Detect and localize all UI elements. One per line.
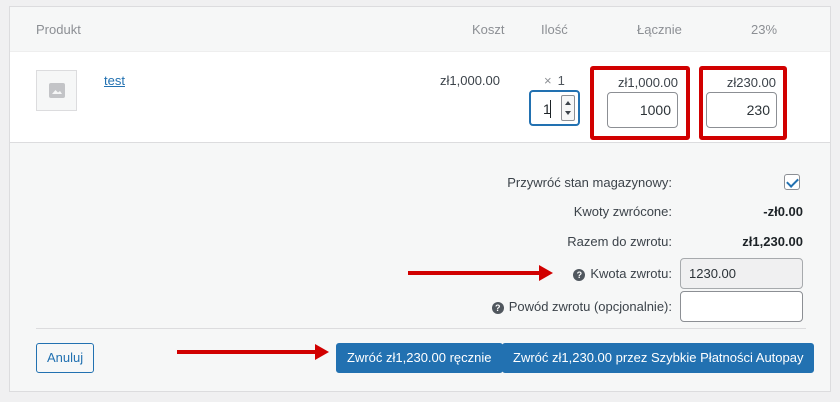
cancel-button[interactable]: Anuluj (36, 343, 95, 373)
refunded-value: -zł0.00 (763, 204, 803, 219)
table-row: test zł1,000.00 × 1 1 zł1,000.00 1000 zł2… (10, 52, 830, 143)
refund-reason-field[interactable] (680, 291, 803, 322)
product-link[interactable]: test (104, 73, 125, 88)
text-caret (550, 100, 551, 118)
chevron-down-icon[interactable] (565, 111, 571, 115)
tax-original: zł230.00 (726, 75, 776, 90)
item-cost: zł1,000.00 (440, 73, 500, 88)
product-thumbnail (36, 70, 77, 111)
image-placeholder-icon (49, 83, 65, 98)
chevron-up-icon[interactable] (565, 101, 571, 105)
refund-amount-field[interactable]: 1230.00 (680, 258, 803, 289)
item-qty: × 1 (544, 73, 565, 88)
times-icon: × (544, 73, 552, 88)
restock-label: Przywróć stan magazynowy: (507, 175, 672, 190)
reason-label-wrap: ? Powód zwrotu (opcjonalnie): (410, 299, 672, 314)
refunded-label: Kwoty zwrócone: (573, 204, 672, 219)
help-icon: ? (573, 269, 586, 281)
header-tax: 23% (751, 22, 778, 37)
line-total-original: zł1,000.00 (618, 75, 678, 90)
amount-label: Kwota zwrotu: (590, 266, 672, 281)
header-qty: Ilość (541, 22, 568, 37)
refund-qty-stepper[interactable]: 1 (529, 90, 580, 126)
line-total-refund-input[interactable]: 1000 (607, 92, 678, 128)
header-product: Produkt (36, 22, 81, 37)
restock-checkbox[interactable] (784, 174, 800, 190)
help-icon: ? (491, 302, 504, 314)
header-total: Łącznie (637, 22, 682, 37)
refund-manual-button[interactable]: Zwróć zł1,230.00 ręcznie (336, 343, 503, 373)
stepper-arrows[interactable] (561, 95, 575, 121)
header-cost: Koszt (472, 22, 505, 37)
available-value: zł1,230.00 (742, 234, 803, 249)
reason-label: Powód zwrotu (opcjonalnie): (508, 299, 672, 314)
item-qty-value: 1 (557, 73, 565, 88)
annotation-arrow-manual (177, 344, 329, 360)
available-label: Razem do zwrotu: (567, 234, 672, 249)
refund-gateway-button[interactable]: Zwróć zł1,230.00 przez Szybkie Płatności… (502, 343, 815, 373)
annotation-arrow-amount (408, 265, 553, 281)
refund-panel: Produkt Koszt Ilość Łącznie 23% test zł1… (9, 6, 831, 392)
table-header: Produkt Koszt Ilość Łącznie 23% (10, 7, 830, 52)
tax-refund-input[interactable]: 230 (706, 92, 777, 128)
divider (36, 328, 806, 329)
